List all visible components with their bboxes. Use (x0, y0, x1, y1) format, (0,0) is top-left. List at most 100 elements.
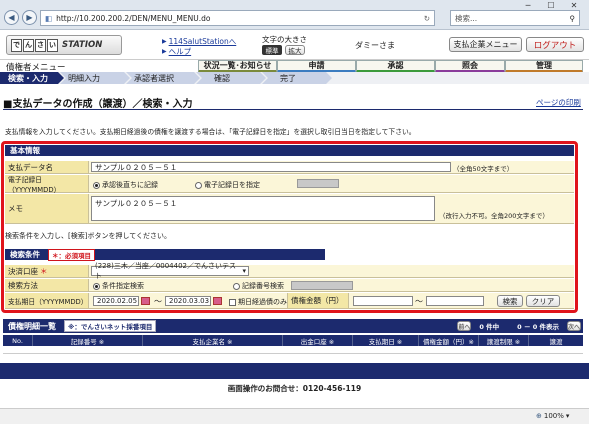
close-icon[interactable]: ✕ (567, 1, 581, 11)
clear-button[interactable]: クリア (526, 295, 560, 307)
step-indicator: 検索・入力 明細入力 承認者選択 確認 完了 (0, 72, 589, 84)
densai-logo[interactable]: で ん さ い STATION (6, 35, 122, 55)
font-standard-button[interactable]: 標準 (262, 45, 282, 55)
search-conditions-title: 検索条件 (10, 250, 40, 259)
radio-icon[interactable] (195, 181, 202, 189)
notice-text: 支払情報を入力してください。支払期日経過後の債権を譲渡する場合は、「電子記録日を… (5, 128, 416, 136)
memo-label: メモ (5, 194, 89, 223)
calendar-icon[interactable] (141, 297, 150, 305)
radio-icon[interactable] (93, 181, 100, 189)
checkbox-icon[interactable] (229, 298, 236, 306)
step-search-input: 検索・入力 (0, 72, 64, 84)
company-menu-button[interactable]: 支払企業メニュー (449, 37, 522, 52)
back-icon[interactable]: ◀ (4, 10, 19, 25)
due-date-from-input[interactable]: 2020.02.05 (93, 296, 139, 306)
app-header: で ん さ い STATION ▶ 114SalutStationへ ▶ ヘルプ… (0, 31, 589, 59)
step-complete: 完了 (262, 72, 332, 84)
search-button[interactable]: 検索 (497, 295, 523, 307)
logo-char: さ (35, 38, 46, 52)
step-confirm: 確認 (196, 72, 266, 84)
next-page-button[interactable]: 次へ (567, 321, 581, 331)
footer-bar (0, 363, 589, 379)
amount-to-input[interactable] (426, 296, 484, 306)
account-label-cell: 決済口座 ＊ (5, 265, 89, 277)
amount-range-tilde: ～ (415, 297, 423, 306)
radio-immediate[interactable]: 承認後直ちに記録 (93, 180, 158, 190)
data-name-hint: （全角50文字まで） (453, 165, 514, 173)
method-label: 検索方法 (5, 279, 89, 291)
logo-suffix: STATION (62, 40, 103, 50)
title-divider (3, 109, 583, 110)
arrow-icon: ▶ (162, 48, 167, 55)
chevron-down-icon[interactable]: ▾ (242, 267, 246, 275)
help-link[interactable]: ヘルプ (169, 46, 192, 57)
result-count: 0 件中 (479, 323, 500, 331)
data-name-input[interactable]: サンプル０２０５－５１ (91, 162, 451, 172)
account-select[interactable]: (228)三木／当座／0004402／でんさいテスト ▾ (91, 262, 249, 280)
row-search-method: 検索方法 条件指定検索 記録番号検索 (5, 279, 574, 292)
due-date-to-input[interactable]: 2020.03.03 (165, 296, 211, 306)
logout-button[interactable]: ログアウト (526, 37, 584, 52)
zoom-control[interactable]: ⊕ 100% ▾ (536, 412, 569, 420)
user-name: ダミーさま (355, 41, 395, 50)
maximize-icon[interactable]: ☐ (544, 1, 558, 11)
url-text: http://10.200.200.2/DEN/MENU_MENU.do (56, 13, 211, 23)
overdue-only-checkbox[interactable]: 期日経過債のみ (229, 297, 287, 307)
address-bar[interactable]: ◧ http://10.200.200.2/DEN/MENU_MENU.do ↻ (40, 10, 435, 26)
detail-table-header: No. 記録番号 ※ 支払企業名 ※ 出金口座 ※ 支払期日 ※ 債権金額（円）… (3, 335, 583, 346)
detail-list-title: 債権明細一覧 (8, 321, 56, 331)
result-range: 0 － 0 件表示 (517, 323, 559, 331)
page-icon: ◧ (45, 13, 53, 23)
amount-label: 債権金額（円） (287, 293, 349, 308)
refresh-icon[interactable]: ↻ (424, 14, 430, 23)
prev-page-button[interactable]: 前へ (457, 321, 472, 331)
basic-info-title: 基本情報 (10, 146, 40, 155)
search-placeholder: 検索... (455, 13, 478, 23)
detail-list-header: 債権明細一覧 ※：でんさいネット採番項目 前へ 0 件中 0 － 0 件表示 次… (3, 319, 583, 333)
font-large-button[interactable]: 拡大 (285, 45, 305, 55)
search-conditions-header: 検索条件 ＊：必須項目 (5, 248, 325, 261)
due-date-label: 支払期日（YYYYMMDD） (5, 293, 89, 308)
status-bar: ⊕ 100% ▾ (0, 408, 589, 424)
zoom-icon: ⊕ (536, 412, 542, 420)
calendar-icon[interactable] (213, 297, 222, 305)
column-header: 債権金額（円）※ (419, 335, 479, 346)
memo-textarea[interactable]: サンプル０２０５－５１ (91, 196, 435, 221)
chevron-down-icon[interactable]: ▾ (566, 412, 570, 420)
browser-search-input[interactable]: 検索... ⚲ (450, 10, 580, 26)
account-label: 決済口座 (8, 266, 38, 276)
column-header: 記録番号 ※ (33, 335, 143, 346)
amount-from-input[interactable] (353, 296, 413, 306)
column-header: 譲渡 (549, 337, 563, 346)
print-page-link[interactable]: ページの印刷 (536, 97, 581, 108)
required-badge: ＊：必須項目 (48, 248, 95, 261)
record-number-input (291, 281, 353, 290)
radio-condition-search[interactable]: 条件指定検索 (93, 281, 144, 291)
column-header: 譲渡制限 ※ (479, 335, 529, 346)
row-account: 決済口座 ＊ (228)三木／当座／0004402／でんさいテスト ▾ (5, 262, 574, 280)
radio-specify-date-label: 電子記録日を指定 (204, 181, 260, 189)
column-header: 支払企業名 ※ (143, 335, 283, 346)
radio-icon[interactable] (93, 282, 100, 290)
radio-icon[interactable] (233, 282, 240, 290)
row-memo: メモ サンプル０２０５－５１ （改行入力不可。全角200文字まで） (5, 194, 574, 224)
memo-hint: （改行入力不可。全角200文字まで） (439, 212, 549, 220)
overdue-only-label: 期日経過債のみ (238, 298, 287, 306)
browser-chrome: ◀ ▶ ◧ http://10.200.200.2/DEN/MENU_MENU.… (0, 0, 589, 30)
arrow-icon: ▶ (162, 38, 167, 45)
menu-bar: 債権者メニュー 状況一覧･お知らせ 申請 承認 照会 管理 (0, 59, 589, 73)
step-approver-select: 承認者選択 (126, 72, 200, 84)
font-size-label: 文字の大きさ (262, 35, 307, 44)
forward-icon[interactable]: ▶ (22, 10, 37, 25)
radio-record-number-search[interactable]: 記録番号検索 (233, 281, 284, 291)
step-detail-input: 明細入力 (60, 72, 130, 84)
record-date-label: 電子記録日（YYYYMMDD） (5, 175, 89, 194)
logo-char: で (11, 38, 22, 52)
radio-specify-date[interactable]: 電子記録日を指定 (195, 180, 260, 190)
zoom-level: 100% (543, 412, 564, 420)
search-icon[interactable]: ⚲ (570, 14, 576, 23)
page-title: ■支払データの作成（譲渡）／検索・入力 (3, 99, 193, 110)
row-record-date: 電子記録日（YYYYMMDD） 承認後直ちに記録 電子記録日を指定 (5, 175, 574, 194)
minimize-icon[interactable]: ─ (521, 1, 535, 11)
row-data-name: 支払データ名 サンプル０２０５－５１ （全角50文字まで） (5, 161, 574, 174)
